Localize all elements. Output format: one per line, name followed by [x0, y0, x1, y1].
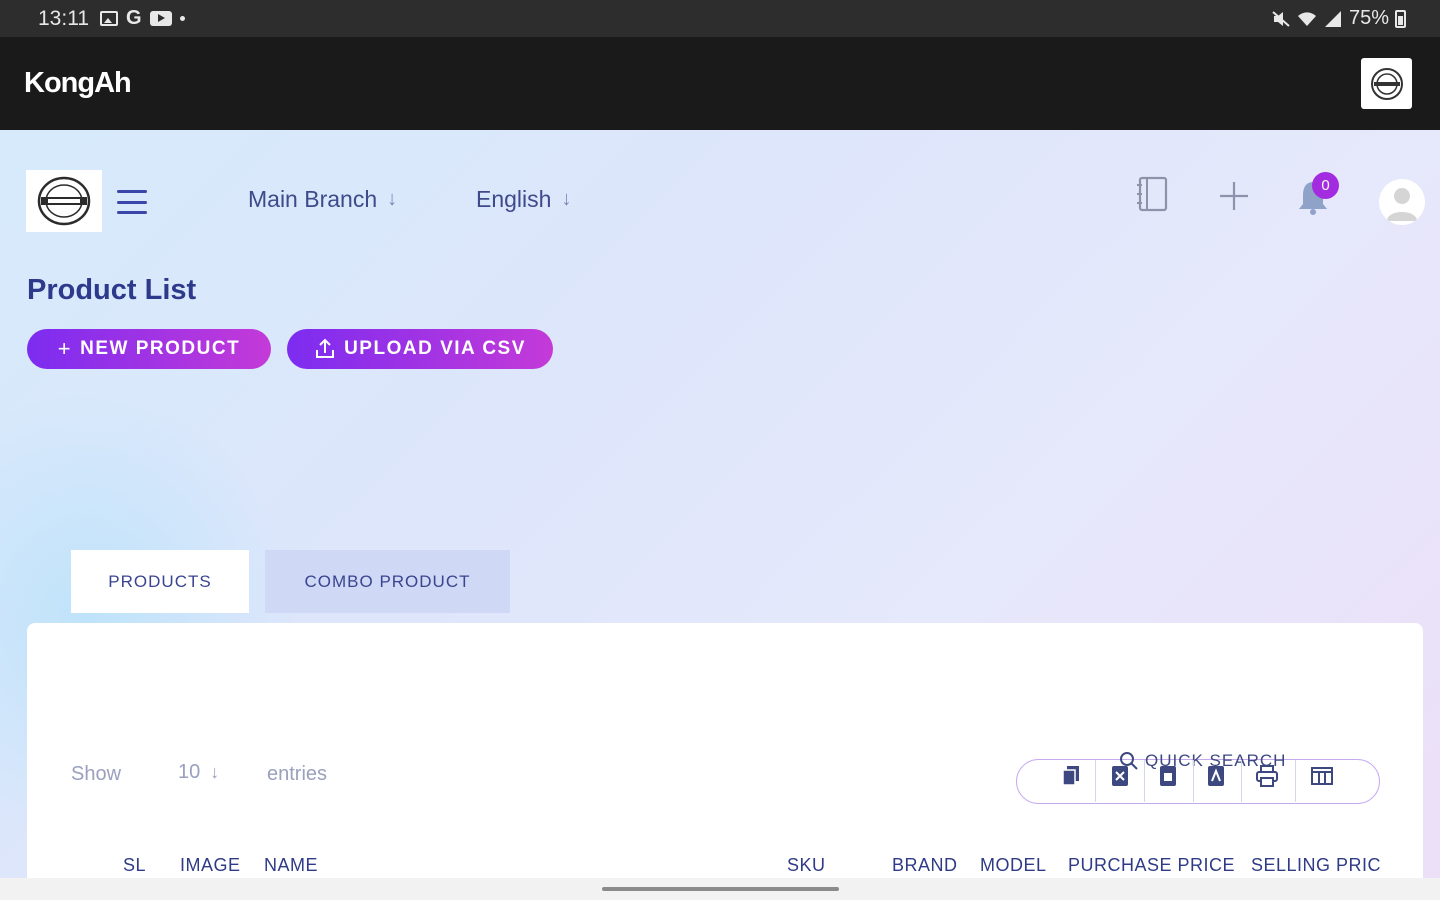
upload-icon [316, 338, 335, 358]
upload-csv-label: UPLOAD VIA CSV [344, 338, 526, 359]
column-header-purchase-price[interactable]: PURCHASE PRICE [1068, 855, 1235, 876]
logo-emblem-icon [37, 176, 91, 226]
csv-icon[interactable] [1157, 764, 1179, 788]
avatar-icon [1387, 188, 1417, 221]
columns-icon[interactable] [1311, 764, 1333, 788]
main-content: Main Branch ↓ English ↓ 0 Product List +… [0, 130, 1440, 878]
signal-icon [1324, 10, 1341, 27]
tab-combo-product[interactable]: COMBO PRODUCT [265, 550, 510, 613]
notification-badge: 0 [1312, 172, 1339, 199]
page-size-select[interactable]: 10 ↓ [178, 761, 219, 784]
toolbar-divider [1144, 760, 1145, 802]
page-size-value: 10 [178, 761, 201, 783]
google-icon: G [126, 7, 142, 29]
column-header-sku[interactable]: SKU [787, 855, 826, 876]
column-header-name[interactable]: NAME [264, 855, 318, 876]
app-bar: KongAh [0, 37, 1440, 130]
entries-label: entries [267, 763, 328, 785]
tab-combo-product-label: COMBO PRODUCT [304, 571, 471, 591]
image-icon [100, 11, 118, 26]
tab-products-label: PRODUCTS [108, 571, 212, 591]
kong-ah-logo[interactable] [1361, 58, 1412, 109]
status-time: 13:11 [38, 7, 89, 30]
tab-products[interactable]: PRODUCTS [71, 550, 249, 613]
column-header-selling-price[interactable]: SELLING PRICE [1251, 855, 1381, 876]
youtube-icon [149, 11, 172, 26]
new-product-label: NEW PRODUCT [80, 338, 241, 359]
arrow-down-icon: ↓ [387, 188, 398, 210]
column-header-sl[interactable]: SL [123, 855, 146, 876]
battery-percent: 75% [1348, 7, 1389, 29]
page-title: Product List [27, 274, 197, 306]
upload-csv-button[interactable]: UPLOAD VIA CSV [287, 329, 553, 369]
language-selector-label: English [476, 186, 552, 212]
status-bar: 13:11 G 75% [0, 0, 1440, 37]
brand-logo[interactable] [26, 170, 102, 232]
plus-icon: + [57, 336, 73, 361]
column-header-brand[interactable]: BRAND [892, 855, 958, 876]
copy-icon[interactable] [1060, 764, 1082, 788]
notebook-icon[interactable] [1136, 175, 1170, 213]
menu-icon[interactable] [117, 190, 147, 214]
navigation-bar [0, 878, 1440, 900]
status-left-icons: G [100, 7, 185, 30]
language-selector[interactable]: English ↓ [476, 186, 571, 213]
print-icon[interactable] [1256, 764, 1278, 788]
toolbar-divider [1193, 760, 1194, 802]
battery-icon [1395, 9, 1406, 28]
arrow-down-icon: ↓ [210, 762, 220, 782]
avatar[interactable] [1379, 179, 1425, 225]
branch-selector-label: Main Branch [248, 186, 378, 212]
app-title: KongAh [24, 67, 132, 99]
dot-icon [179, 16, 185, 21]
show-label: Show [71, 763, 122, 785]
toolbar-divider [1095, 760, 1096, 802]
wifi-icon [1297, 11, 1316, 26]
status-right-icons: 75% [1271, 7, 1406, 30]
home-handle[interactable] [602, 887, 839, 891]
toolbar-divider [1295, 760, 1296, 802]
new-product-button[interactable]: + NEW PRODUCT [27, 329, 271, 369]
excel-icon[interactable] [1109, 764, 1131, 788]
toolbar-divider [1241, 760, 1242, 802]
column-header-model[interactable]: MODEL [980, 855, 1047, 876]
mute-icon [1272, 10, 1290, 27]
plus-icon[interactable] [1218, 180, 1250, 212]
branch-selector[interactable]: Main Branch ↓ [248, 186, 397, 213]
column-header-image[interactable]: IMAGE [180, 855, 241, 876]
pdf-icon[interactable] [1205, 764, 1227, 788]
logo-emblem-icon [1370, 67, 1403, 100]
products-card: Show 10 ↓ entries QUICK SEARCH SL IMAGE … [27, 623, 1423, 878]
arrow-down-icon: ↓ [561, 188, 572, 210]
